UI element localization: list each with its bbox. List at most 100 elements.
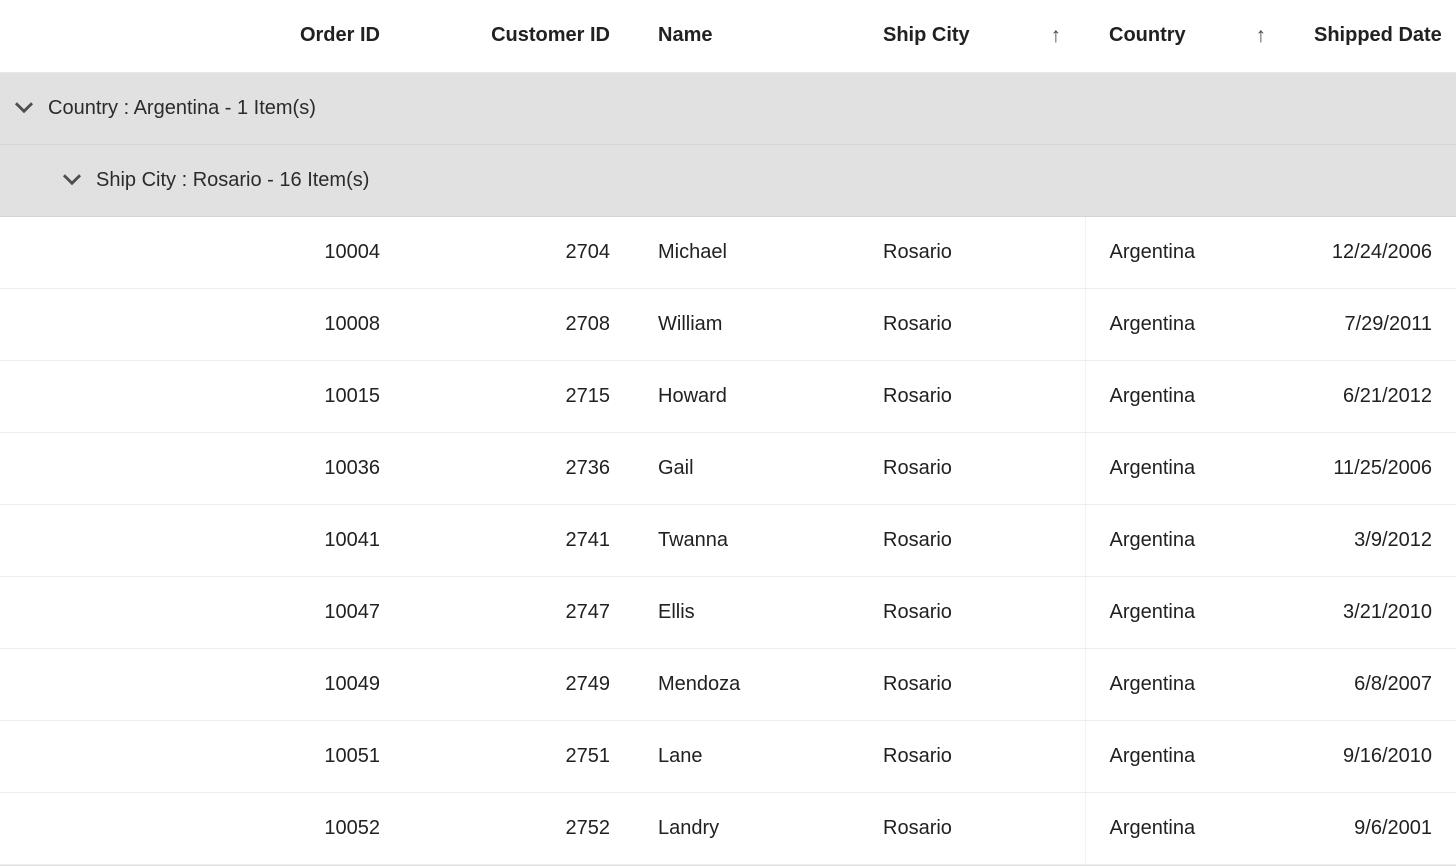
cell-ship-city: Rosario xyxy=(859,648,1085,720)
cell-country: Argentina xyxy=(1085,648,1290,720)
cell-shipped-date: 9/6/2001 xyxy=(1290,792,1456,864)
cell-name: Mendoza xyxy=(634,648,859,720)
row-indent-cell-2 xyxy=(48,216,96,288)
cell-ship-city: Rosario xyxy=(859,288,1085,360)
cell-shipped-date: 6/8/2007 xyxy=(1290,648,1456,720)
cell-name: Landry xyxy=(634,792,859,864)
row-indent-cell-1 xyxy=(0,288,48,360)
column-header-country[interactable]: Country ↑ xyxy=(1085,0,1290,72)
cell-ship-city: Rosario xyxy=(859,576,1085,648)
cell-shipped-date: 11/25/2006 xyxy=(1290,432,1456,504)
row-indent-cell-2 xyxy=(48,360,96,432)
cell-country: Argentina xyxy=(1085,792,1290,864)
grid-header: Order ID Customer ID Name Ship City ↑ C xyxy=(0,0,1456,72)
cell-shipped-date: 12/24/2006 xyxy=(1290,216,1456,288)
cell-shipped-date: 9/16/2010 xyxy=(1290,720,1456,792)
table-row[interactable]: 10047 2747 Ellis Rosario Argentina 3/21/… xyxy=(0,576,1456,648)
cell-order-id: 10004 xyxy=(96,216,404,288)
group-expand-cell[interactable] xyxy=(0,72,48,144)
cell-order-id: 10049 xyxy=(96,648,404,720)
chevron-down-icon[interactable] xyxy=(48,167,96,193)
column-header-customer-id[interactable]: Customer ID xyxy=(404,0,634,72)
row-indent-cell-2 xyxy=(48,504,96,576)
cell-order-id: 10041 xyxy=(96,504,404,576)
row-indent-cell-1 xyxy=(0,504,48,576)
cell-customer-id: 2749 xyxy=(404,648,634,720)
cell-order-id: 10036 xyxy=(96,432,404,504)
cell-ship-city: Rosario xyxy=(859,360,1085,432)
cell-name: William xyxy=(634,288,859,360)
column-header-label: Shipped Date xyxy=(1314,24,1442,46)
cell-country: Argentina xyxy=(1085,288,1290,360)
table-row[interactable]: 10052 2752 Landry Rosario Argentina 9/6/… xyxy=(0,792,1456,864)
cell-name: Gail xyxy=(634,432,859,504)
row-indent-cell-1 xyxy=(0,216,48,288)
cell-customer-id: 2751 xyxy=(404,720,634,792)
table-row[interactable]: 10051 2751 Lane Rosario Argentina 9/16/2… xyxy=(0,720,1456,792)
column-header-label: Country xyxy=(1109,24,1186,47)
cell-name: Michael xyxy=(634,216,859,288)
cell-shipped-date: 7/29/2011 xyxy=(1290,288,1456,360)
group-caption-country: Country : Argentina - 1 Item(s) xyxy=(48,72,1456,144)
grid-body: Country : Argentina - 1 Item(s) Ship Cit… xyxy=(0,72,1456,864)
cell-customer-id: 2715 xyxy=(404,360,634,432)
cell-order-id: 10008 xyxy=(96,288,404,360)
cell-name: Twanna xyxy=(634,504,859,576)
row-indent-cell-1 xyxy=(0,576,48,648)
cell-customer-id: 2741 xyxy=(404,504,634,576)
cell-name: Lane xyxy=(634,720,859,792)
table-row[interactable]: 10004 2704 Michael Rosario Argentina 12/… xyxy=(0,216,1456,288)
cell-order-id: 10051 xyxy=(96,720,404,792)
row-indent-cell-1 xyxy=(0,648,48,720)
data-grid: Order ID Customer ID Name Ship City ↑ C xyxy=(0,0,1456,865)
cell-shipped-date: 3/9/2012 xyxy=(1290,504,1456,576)
row-indent-cell-1 xyxy=(0,360,48,432)
column-header-label: Ship City xyxy=(883,24,970,47)
cell-customer-id: 2704 xyxy=(404,216,634,288)
table-row[interactable]: 10041 2741 Twanna Rosario Argentina 3/9/… xyxy=(0,504,1456,576)
row-indent-cell-2 xyxy=(48,648,96,720)
column-header-ship-city[interactable]: Ship City ↑ xyxy=(859,0,1085,72)
cell-ship-city: Rosario xyxy=(859,792,1085,864)
column-header-label: Customer ID xyxy=(491,24,610,46)
cell-country: Argentina xyxy=(1085,432,1290,504)
row-indent-cell-2 xyxy=(48,288,96,360)
cell-ship-city: Rosario xyxy=(859,216,1085,288)
cell-ship-city: Rosario xyxy=(859,504,1085,576)
cell-ship-city: Rosario xyxy=(859,432,1085,504)
column-header-name[interactable]: Name xyxy=(634,0,859,72)
group-header-row-country[interactable]: Country : Argentina - 1 Item(s) xyxy=(0,72,1456,144)
arrow-up-icon[interactable]: ↑ xyxy=(1256,25,1267,46)
cell-customer-id: 2752 xyxy=(404,792,634,864)
column-header-order-id[interactable]: Order ID xyxy=(96,0,404,72)
row-indent-cell-1 xyxy=(0,792,48,864)
column-header-shipped-date[interactable]: Shipped Date xyxy=(1290,0,1456,72)
group-expand-cell[interactable] xyxy=(48,144,96,216)
header-indent-cell-2 xyxy=(48,0,96,72)
group-indent-cell xyxy=(0,144,48,216)
table-row[interactable]: 10008 2708 William Rosario Argentina 7/2… xyxy=(0,288,1456,360)
row-indent-cell-2 xyxy=(48,792,96,864)
chevron-down-icon[interactable] xyxy=(0,95,48,121)
cell-order-id: 10052 xyxy=(96,792,404,864)
table-row[interactable]: 10049 2749 Mendoza Rosario Argentina 6/8… xyxy=(0,648,1456,720)
cell-country: Argentina xyxy=(1085,576,1290,648)
table-row[interactable]: 10036 2736 Gail Rosario Argentina 11/25/… xyxy=(0,432,1456,504)
grid-container: Order ID Customer ID Name Ship City ↑ C xyxy=(0,0,1456,866)
row-indent-cell-2 xyxy=(48,576,96,648)
group-header-row-ship-city[interactable]: Ship City : Rosario - 16 Item(s) xyxy=(0,144,1456,216)
cell-country: Argentina xyxy=(1085,504,1290,576)
row-indent-cell-2 xyxy=(48,432,96,504)
arrow-up-icon[interactable]: ↑ xyxy=(1051,25,1062,46)
header-row: Order ID Customer ID Name Ship City ↑ C xyxy=(0,0,1456,72)
cell-order-id: 10015 xyxy=(96,360,404,432)
cell-name: Ellis xyxy=(634,576,859,648)
cell-ship-city: Rosario xyxy=(859,720,1085,792)
row-indent-cell-1 xyxy=(0,720,48,792)
table-row[interactable]: 10015 2715 Howard Rosario Argentina 6/21… xyxy=(0,360,1456,432)
column-header-label: Order ID xyxy=(300,24,380,46)
cell-country: Argentina xyxy=(1085,360,1290,432)
cell-shipped-date: 3/21/2010 xyxy=(1290,576,1456,648)
header-indent-cell-1 xyxy=(0,0,48,72)
cell-country: Argentina xyxy=(1085,720,1290,792)
